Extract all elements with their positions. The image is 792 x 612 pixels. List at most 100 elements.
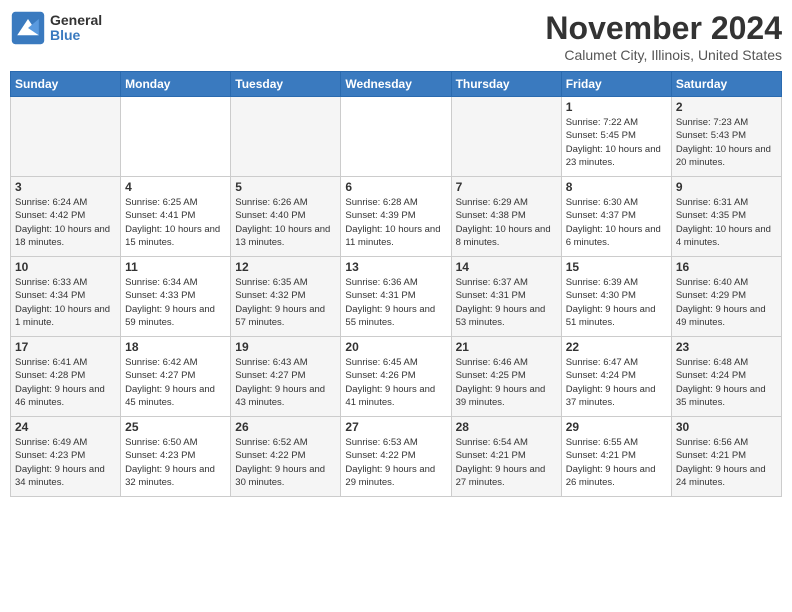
day-number: 8 xyxy=(566,180,667,194)
calendar-cell: 12 Sunrise: 6:35 AM Sunset: 4:32 PM Dayli… xyxy=(231,257,341,337)
day-number: 12 xyxy=(235,260,336,274)
calendar-cell: 30 Sunrise: 6:56 AM Sunset: 4:21 PM Dayli… xyxy=(671,417,781,497)
calendar-table: SundayMondayTuesdayWednesdayThursdayFrid… xyxy=(10,71,782,497)
day-number: 26 xyxy=(235,420,336,434)
calendar-cell: 21 Sunrise: 6:46 AM Sunset: 4:25 PM Dayli… xyxy=(451,337,561,417)
day-info: Sunrise: 6:46 AM Sunset: 4:25 PM Dayligh… xyxy=(456,356,557,409)
day-info: Sunrise: 6:40 AM Sunset: 4:29 PM Dayligh… xyxy=(676,276,777,329)
day-info: Sunrise: 6:53 AM Sunset: 4:22 PM Dayligh… xyxy=(345,436,446,489)
day-info: Sunrise: 6:33 AM Sunset: 4:34 PM Dayligh… xyxy=(15,276,116,329)
day-number: 27 xyxy=(345,420,446,434)
day-info: Sunrise: 6:56 AM Sunset: 4:21 PM Dayligh… xyxy=(676,436,777,489)
title-block: November 2024 Calumet City, Illinois, Un… xyxy=(545,10,782,63)
day-info: Sunrise: 7:22 AM Sunset: 5:45 PM Dayligh… xyxy=(566,116,667,169)
day-info: Sunrise: 6:47 AM Sunset: 4:24 PM Dayligh… xyxy=(566,356,667,409)
day-header-sunday: Sunday xyxy=(11,72,121,97)
day-info: Sunrise: 6:52 AM Sunset: 4:22 PM Dayligh… xyxy=(235,436,336,489)
calendar-week-row: 17Sunrise: 6:41 AM Sunset: 4:28 PM Dayli… xyxy=(11,337,782,417)
day-number: 13 xyxy=(345,260,446,274)
calendar-cell xyxy=(231,97,341,177)
calendar-cell: 1 Sunrise: 7:22 AM Sunset: 5:45 PM Daylig… xyxy=(561,97,671,177)
day-header-friday: Friday xyxy=(561,72,671,97)
calendar-week-row: 10 Sunrise: 6:33 AM Sunset: 4:34 PM Dayli… xyxy=(11,257,782,337)
calendar-cell: 10 Sunrise: 6:33 AM Sunset: 4:34 PM Dayli… xyxy=(11,257,121,337)
day-number: 30 xyxy=(676,420,777,434)
logo: General Blue xyxy=(10,10,102,46)
day-number: 25 xyxy=(125,420,226,434)
calendar-cell: 5Sunrise: 6:26 AM Sunset: 4:40 PM Daylig… xyxy=(231,177,341,257)
calendar-cell: 2Sunrise: 7:23 AM Sunset: 5:43 PM Daylig… xyxy=(671,97,781,177)
day-number: 6 xyxy=(345,180,446,194)
day-info: Sunrise: 6:43 AM Sunset: 4:27 PM Dayligh… xyxy=(235,356,336,409)
day-number: 20 xyxy=(345,340,446,354)
page-header: General Blue November 2024 Calumet City,… xyxy=(10,10,782,63)
day-number: 1 xyxy=(566,100,667,114)
day-number: 3 xyxy=(15,180,116,194)
calendar-week-row: 24 Sunrise: 6:49 AM Sunset: 4:23 PM Dayli… xyxy=(11,417,782,497)
day-number: 21 xyxy=(456,340,557,354)
day-info: Sunrise: 6:29 AM Sunset: 4:38 PM Dayligh… xyxy=(456,196,557,249)
calendar-cell xyxy=(11,97,121,177)
calendar-cell: 28Sunrise: 6:54 AM Sunset: 4:21 PM Dayli… xyxy=(451,417,561,497)
location-title: Calumet City, Illinois, United States xyxy=(545,47,782,63)
day-number: 29 xyxy=(566,420,667,434)
day-info: Sunrise: 6:31 AM Sunset: 4:35 PM Dayligh… xyxy=(676,196,777,249)
logo-blue-text: Blue xyxy=(50,28,102,43)
calendar-header-row: SundayMondayTuesdayWednesdayThursdayFrid… xyxy=(11,72,782,97)
day-number: 2 xyxy=(676,100,777,114)
calendar-cell: 4 Sunrise: 6:25 AM Sunset: 4:41 PM Daylig… xyxy=(121,177,231,257)
day-number: 15 xyxy=(566,260,667,274)
calendar-cell: 8Sunrise: 6:30 AM Sunset: 4:37 PM Daylig… xyxy=(561,177,671,257)
day-number: 4 xyxy=(125,180,226,194)
calendar-cell: 20 Sunrise: 6:45 AM Sunset: 4:26 PM Dayli… xyxy=(341,337,451,417)
day-number: 22 xyxy=(566,340,667,354)
calendar-week-row: 3 Sunrise: 6:24 AM Sunset: 4:42 PM Daylig… xyxy=(11,177,782,257)
calendar-cell: 22 Sunrise: 6:47 AM Sunset: 4:24 PM Dayli… xyxy=(561,337,671,417)
day-number: 28 xyxy=(456,420,557,434)
calendar-cell: 14 Sunrise: 6:37 AM Sunset: 4:31 PM Dayli… xyxy=(451,257,561,337)
logo-general-text: General xyxy=(50,13,102,28)
calendar-cell: 29Sunrise: 6:55 AM Sunset: 4:21 PM Dayli… xyxy=(561,417,671,497)
calendar-cell: 11 Sunrise: 6:34 AM Sunset: 4:33 PM Dayli… xyxy=(121,257,231,337)
calendar-cell: 18Sunrise: 6:42 AM Sunset: 4:27 PM Dayli… xyxy=(121,337,231,417)
calendar-cell: 23 Sunrise: 6:48 AM Sunset: 4:24 PM Dayli… xyxy=(671,337,781,417)
calendar-cell: 3 Sunrise: 6:24 AM Sunset: 4:42 PM Daylig… xyxy=(11,177,121,257)
day-info: Sunrise: 6:49 AM Sunset: 4:23 PM Dayligh… xyxy=(15,436,116,489)
calendar-cell xyxy=(121,97,231,177)
day-info: Sunrise: 6:28 AM Sunset: 4:39 PM Dayligh… xyxy=(345,196,446,249)
day-number: 24 xyxy=(15,420,116,434)
calendar-cell: 13 Sunrise: 6:36 AM Sunset: 4:31 PM Dayli… xyxy=(341,257,451,337)
month-title: November 2024 xyxy=(545,10,782,47)
day-info: Sunrise: 6:39 AM Sunset: 4:30 PM Dayligh… xyxy=(566,276,667,329)
day-info: Sunrise: 6:25 AM Sunset: 4:41 PM Dayligh… xyxy=(125,196,226,249)
day-info: Sunrise: 6:35 AM Sunset: 4:32 PM Dayligh… xyxy=(235,276,336,329)
day-info: Sunrise: 6:34 AM Sunset: 4:33 PM Dayligh… xyxy=(125,276,226,329)
logo-icon xyxy=(10,10,46,46)
day-info: Sunrise: 6:48 AM Sunset: 4:24 PM Dayligh… xyxy=(676,356,777,409)
day-info: Sunrise: 6:45 AM Sunset: 4:26 PM Dayligh… xyxy=(345,356,446,409)
day-info: Sunrise: 6:36 AM Sunset: 4:31 PM Dayligh… xyxy=(345,276,446,329)
day-header-saturday: Saturday xyxy=(671,72,781,97)
day-number: 11 xyxy=(125,260,226,274)
calendar-cell: 17Sunrise: 6:41 AM Sunset: 4:28 PM Dayli… xyxy=(11,337,121,417)
day-number: 23 xyxy=(676,340,777,354)
calendar-cell: 6 Sunrise: 6:28 AM Sunset: 4:39 PM Daylig… xyxy=(341,177,451,257)
calendar-cell: 26 Sunrise: 6:52 AM Sunset: 4:22 PM Dayli… xyxy=(231,417,341,497)
calendar-cell: 27 Sunrise: 6:53 AM Sunset: 4:22 PM Dayli… xyxy=(341,417,451,497)
day-header-thursday: Thursday xyxy=(451,72,561,97)
day-number: 9 xyxy=(676,180,777,194)
calendar-cell: 15 Sunrise: 6:39 AM Sunset: 4:30 PM Dayli… xyxy=(561,257,671,337)
day-info: Sunrise: 6:26 AM Sunset: 4:40 PM Dayligh… xyxy=(235,196,336,249)
day-number: 7 xyxy=(456,180,557,194)
day-info: Sunrise: 6:41 AM Sunset: 4:28 PM Dayligh… xyxy=(15,356,116,409)
calendar-cell: 9 Sunrise: 6:31 AM Sunset: 4:35 PM Daylig… xyxy=(671,177,781,257)
day-number: 16 xyxy=(676,260,777,274)
day-header-wednesday: Wednesday xyxy=(341,72,451,97)
day-number: 14 xyxy=(456,260,557,274)
day-number: 10 xyxy=(15,260,116,274)
day-info: Sunrise: 6:24 AM Sunset: 4:42 PM Dayligh… xyxy=(15,196,116,249)
day-info: Sunrise: 6:50 AM Sunset: 4:23 PM Dayligh… xyxy=(125,436,226,489)
logo-text: General Blue xyxy=(50,13,102,44)
day-info: Sunrise: 6:37 AM Sunset: 4:31 PM Dayligh… xyxy=(456,276,557,329)
day-number: 18 xyxy=(125,340,226,354)
